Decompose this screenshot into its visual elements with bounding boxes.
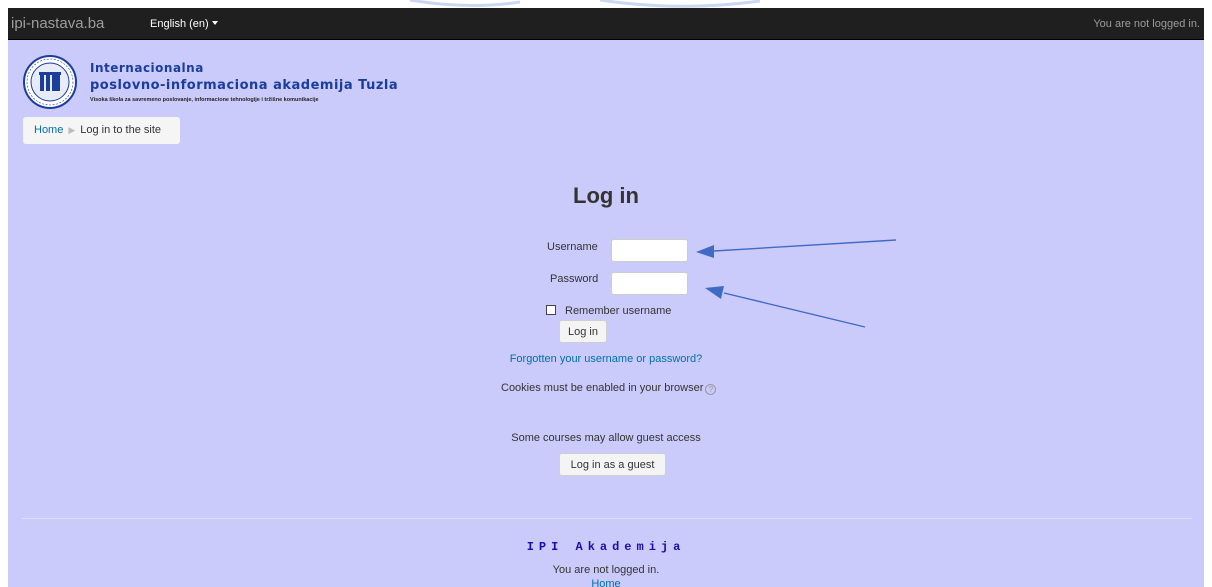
password-input[interactable] [611, 272, 688, 295]
cookies-notice: Cookies must be enabled in your browser? [501, 382, 717, 395]
annotation-arrow [723, 292, 866, 328]
remember-username-row: Remember username [546, 305, 671, 317]
forgot-credentials-text[interactable]: Forgotten your username or password? [510, 353, 703, 365]
page-title: Log in [573, 183, 639, 208]
page-container: ipi-nastava.ba English (en) You are not … [8, 8, 1204, 587]
footer-divider [22, 518, 1192, 519]
breadcrumb: Home ▶ Log in to the site [23, 117, 180, 144]
footer-home-link[interactable]: Home [8, 578, 1204, 587]
institution-name-line2: poslovno-informaciona akademija Tuzla [90, 78, 399, 93]
language-menu[interactable]: English (en) [150, 18, 218, 30]
navbar-login-status: You are not logged in. [1093, 18, 1200, 30]
annotation-arrows [696, 239, 897, 328]
password-label: Password [550, 273, 599, 285]
login-button[interactable]: Log in [559, 320, 607, 343]
remember-username-label: Remember username [565, 305, 672, 317]
top-navbar: ipi-nastava.ba English (en) You are not … [8, 8, 1204, 40]
guest-login-button[interactable]: Log in as a guest [559, 453, 666, 476]
institution-tagline: Visoka škola za savremeno poslovanje, in… [90, 97, 319, 103]
breadcrumb-current: Log in to the site [80, 124, 161, 136]
breadcrumb-separator-icon: ▶ [68, 125, 76, 135]
help-icon[interactable]: ? [705, 384, 717, 395]
institution-logo [23, 55, 77, 109]
footer-login-status: You are not logged in. [552, 564, 660, 576]
username-input[interactable] [611, 239, 688, 262]
decorative-watermark-strip [0, 0, 1212, 8]
remember-username-checkbox[interactable] [546, 305, 556, 315]
site-brand-link[interactable]: ipi-nastava.ba [11, 15, 104, 32]
language-label: English (en) [150, 18, 209, 30]
footer-title: IPI Akademija [526, 540, 686, 554]
forgot-credentials-link: Forgotten your username or password? [8, 353, 1204, 365]
breadcrumb-home-link[interactable]: Home [34, 124, 63, 136]
username-label: Username [547, 241, 598, 253]
annotation-arrow [713, 239, 897, 252]
caret-down-icon [211, 21, 218, 25]
annotation-arrow-head [696, 245, 714, 258]
cookies-notice-text: Cookies must be enabled in your browser [501, 382, 704, 394]
institution-name-line1: Internacionalna [90, 61, 204, 75]
guest-access-notice: Some courses may allow guest access [511, 432, 701, 444]
annotation-arrow-head [705, 286, 724, 299]
